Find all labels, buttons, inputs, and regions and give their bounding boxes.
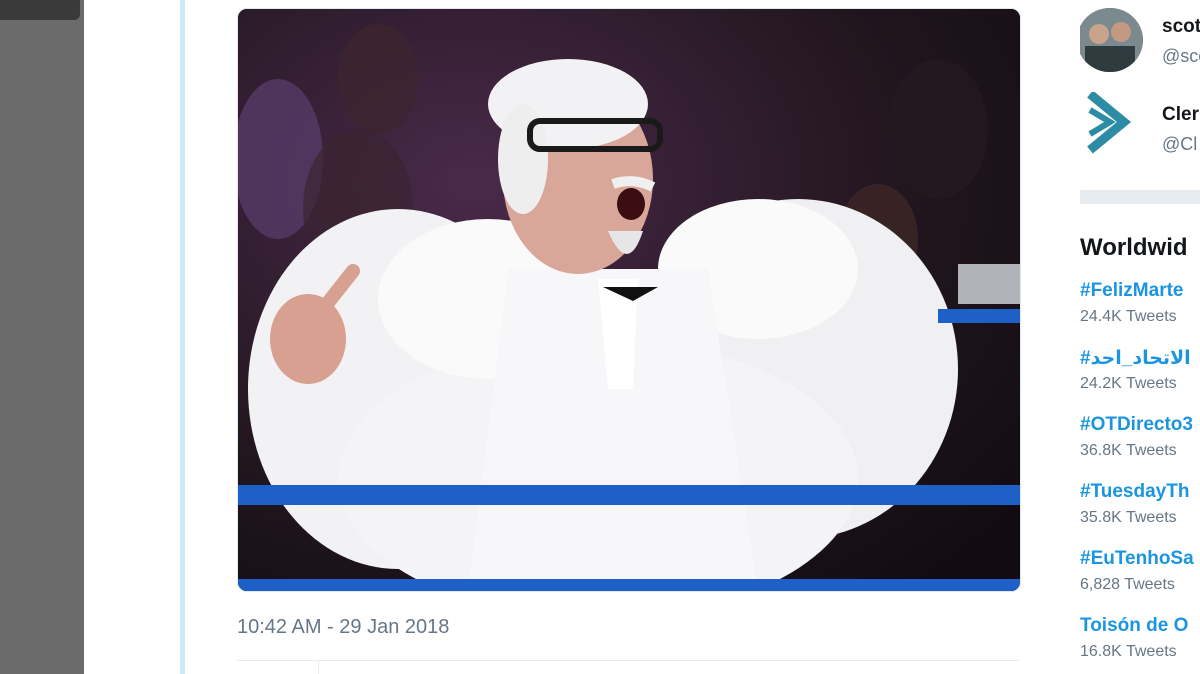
account-handle: @Cl: [1162, 134, 1198, 154]
trend-item[interactable]: #الاتحاد_احد: [1080, 347, 1191, 370]
trend-tweet-count: 24.2K Tweets: [1080, 375, 1177, 392]
trends-title: Worldwid: [1080, 234, 1188, 261]
account-name[interactable]: scot: [1162, 16, 1200, 38]
card-separator: [1080, 190, 1200, 204]
account-name[interactable]: Cler: [1162, 104, 1199, 126]
trend-item[interactable]: #OTDirecto3: [1080, 414, 1193, 436]
trend-item[interactable]: Toisón de O: [1080, 615, 1188, 637]
trend-item[interactable]: #TuesdayTh: [1080, 481, 1189, 503]
play-arrow-logo-icon[interactable]: [1084, 90, 1134, 156]
trend-tweet-count: 36.8K Tweets: [1080, 442, 1177, 459]
photo-illustration: [238, 9, 1020, 591]
trend-item[interactable]: #EuTenhoSa: [1080, 548, 1194, 570]
left-gutter: [0, 0, 84, 674]
sidebar: scot @sco Cler @Cl Worldwid #FelizMarte …: [1080, 0, 1200, 674]
tweet-photo[interactable]: [237, 8, 1021, 592]
avatar[interactable]: [1080, 8, 1143, 72]
trends-card: [1080, 204, 1200, 674]
left-panel-thumbnail[interactable]: [0, 0, 80, 20]
tweet-timestamp[interactable]: 10:42 AM - 29 Jan 2018: [237, 616, 449, 639]
thread-line: [180, 0, 185, 674]
tweet-divider: [237, 660, 1019, 661]
trend-tweet-count: 16.8K Tweets: [1080, 643, 1177, 660]
action-divider: [318, 661, 319, 674]
trend-tweet-count: 24.4K Tweets: [1080, 308, 1177, 325]
trend-item[interactable]: #FelizMarte: [1080, 280, 1183, 302]
account-handle: @sco: [1162, 46, 1200, 66]
trend-tweet-count: 6,828 Tweets: [1080, 576, 1175, 593]
trend-tweet-count: 35.8K Tweets: [1080, 509, 1177, 526]
